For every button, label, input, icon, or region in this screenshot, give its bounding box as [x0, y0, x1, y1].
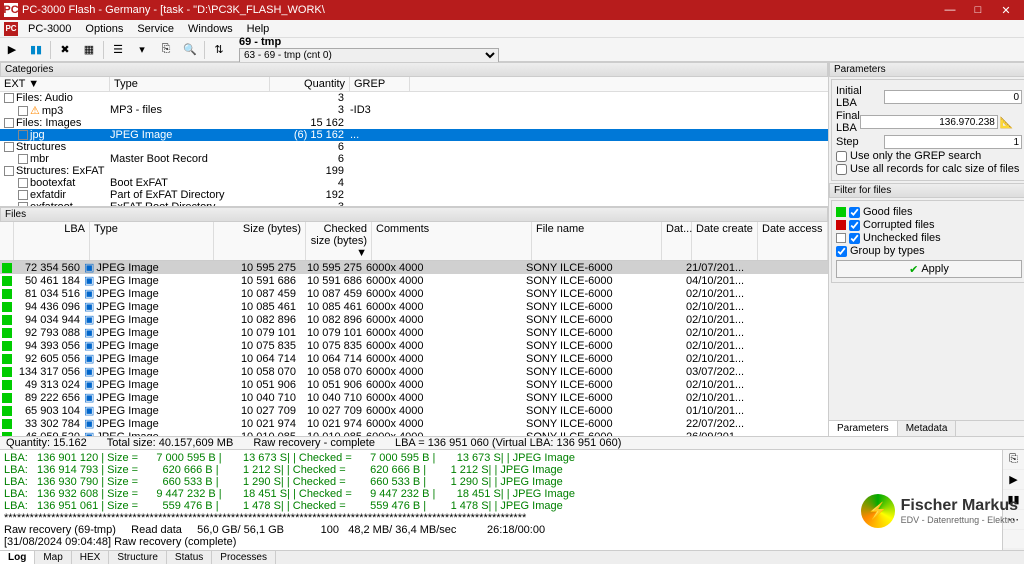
- file-row[interactable]: 33 302 784▣JPEG Image10 021 97410 021 97…: [0, 417, 828, 430]
- tool-copy-icon[interactable]: ⎘: [155, 39, 177, 61]
- file-row[interactable]: 81 034 516▣JPEG Image10 087 45910 087 45…: [0, 287, 828, 300]
- categories-tree[interactable]: EXT ▼ Type Quantity GREP Files: Audio3⚠m…: [0, 77, 828, 207]
- pause-button[interactable]: ▮▮: [25, 39, 47, 61]
- menu-windows[interactable]: Windows: [182, 23, 239, 35]
- log-copy-icon[interactable]: ⎘: [1003, 450, 1024, 470]
- minimize-button[interactable]: —: [936, 0, 964, 20]
- use-all-check[interactable]: Use all records for calc size of files: [836, 163, 1022, 175]
- toolbar: ▶ ▮▮ ✖ ▦ ☰ ▾ ⎘ 🔍 ⇅ 69 - tmp 63 - 69 - tm…: [0, 38, 1024, 62]
- corrupt-files-check[interactable]: [849, 220, 860, 231]
- tool-hammer-icon[interactable]: ✖: [54, 39, 76, 61]
- bottom-tabs: Log Map HEX Structure Status Processes: [0, 550, 1024, 564]
- use-grep-check[interactable]: Use only the GREP search: [836, 150, 1022, 162]
- apply-button[interactable]: ✔Apply: [836, 260, 1022, 278]
- menu-help[interactable]: Help: [241, 23, 276, 35]
- unchecked-files-check[interactable]: [849, 233, 860, 244]
- tab-log[interactable]: Log: [0, 551, 35, 564]
- tool-grid-icon[interactable]: ▦: [78, 39, 100, 61]
- file-row[interactable]: 50 461 184▣JPEG Image10 591 68610 591 68…: [0, 274, 828, 287]
- file-row[interactable]: 94 436 096▣JPEG Image10 085 46110 085 46…: [0, 300, 828, 313]
- app-icon: PC: [4, 3, 18, 17]
- file-row[interactable]: 72 354 560▣JPEG Image10 595 27510 595 27…: [0, 261, 828, 274]
- cat-row[interactable]: Structures6: [0, 141, 828, 153]
- bolt-icon: ⚡: [861, 494, 895, 528]
- filter-box: Good files Corrupted files Unchecked fil…: [831, 200, 1024, 283]
- good-files-check[interactable]: [849, 207, 860, 218]
- cat-row[interactable]: Structures: ExFAT199: [0, 165, 828, 177]
- file-row[interactable]: 49 313 024▣JPEG Image10 051 90610 051 90…: [0, 378, 828, 391]
- tool-search-icon[interactable]: 🔍: [179, 39, 201, 61]
- play-button[interactable]: ▶: [1, 39, 23, 61]
- menu-service[interactable]: Service: [131, 23, 180, 35]
- tool-list-icon[interactable]: ☰: [107, 39, 129, 61]
- tab-map[interactable]: Map: [35, 551, 71, 564]
- cat-columns: EXT ▼ Type Quantity GREP: [0, 77, 828, 92]
- file-row[interactable]: 89 222 656▣JPEG Image10 040 71010 040 71…: [0, 391, 828, 404]
- filter-title: Filter for files: [829, 183, 1024, 198]
- tab-structure[interactable]: Structure: [109, 551, 167, 564]
- cat-row[interactable]: jpgJPEG Image(6) 15 162...: [0, 129, 828, 141]
- right-tabs: Parameters Metadata: [829, 420, 1024, 436]
- group-types-check[interactable]: [836, 246, 847, 257]
- tab-processes[interactable]: Processes: [212, 551, 276, 564]
- files-list[interactable]: 72 354 560▣JPEG Image10 595 27510 595 27…: [0, 261, 828, 436]
- tool-dropdown-icon[interactable]: ▾: [131, 39, 153, 61]
- tab-hex[interactable]: HEX: [72, 551, 110, 564]
- maximize-button[interactable]: □: [964, 0, 992, 20]
- window-title: PC-3000 Flash - Germany - [task - "D:\PC…: [22, 4, 936, 16]
- file-row[interactable]: 92 605 056▣JPEG Image10 064 71410 064 71…: [0, 352, 828, 365]
- cat-row[interactable]: Files: Audio3: [0, 92, 828, 104]
- brand-logo: ⚡ Fischer Markus EDV - Datenrettung - El…: [861, 494, 1018, 528]
- step-input[interactable]: [884, 135, 1022, 149]
- file-row[interactable]: 94 393 056▣JPEG Image10 075 83510 075 83…: [0, 339, 828, 352]
- path-title: 69 - tmp: [239, 36, 1024, 48]
- cat-row[interactable]: bootexfatBoot ExFAT4: [0, 177, 828, 189]
- cat-row[interactable]: Files: Images15 162: [0, 117, 828, 129]
- cat-row[interactable]: ⚠mp3MP3 - files3-ID3: [0, 104, 828, 117]
- initial-lba-input[interactable]: [884, 90, 1022, 104]
- log-output[interactable]: LBA: 136 901 120 | Size = 7 000 595 B | …: [0, 450, 1002, 550]
- categories-title: Categories: [0, 62, 828, 77]
- file-row[interactable]: 65 903 104▣JPEG Image10 027 70910 027 70…: [0, 404, 828, 417]
- log-play-icon[interactable]: ▶: [1003, 470, 1024, 490]
- app-icon-small: PC: [4, 22, 18, 36]
- menu-pc3000[interactable]: PC-3000: [22, 23, 77, 35]
- tool-filter-icon[interactable]: ⇅: [208, 39, 230, 61]
- tab-status[interactable]: Status: [167, 551, 212, 564]
- file-row[interactable]: 92 793 088▣JPEG Image10 079 10110 079 10…: [0, 326, 828, 339]
- cat-row[interactable]: mbrMaster Boot Record6: [0, 153, 828, 165]
- files-columns[interactable]: LBA Type Size (bytes) Checked size (byte…: [0, 222, 828, 261]
- file-row[interactable]: 94 034 944▣JPEG Image10 082 89610 082 89…: [0, 313, 828, 326]
- status-bar: Quantity: 15.162 Total size: 40.157,609 …: [0, 437, 1024, 450]
- tab-parameters[interactable]: Parameters: [829, 421, 898, 436]
- menu-options[interactable]: Options: [79, 23, 129, 35]
- cat-row[interactable]: exfatdirPart of ExFAT Directory192: [0, 189, 828, 201]
- parameters-title: Parameters: [829, 62, 1024, 77]
- parameters-box: Initial LBA Final LBA📐 Step Use only the…: [831, 79, 1024, 181]
- close-button[interactable]: ✕: [992, 0, 1020, 20]
- file-row[interactable]: 134 317 056▣JPEG Image10 058 07010 058 0…: [0, 365, 828, 378]
- path-select[interactable]: 63 - 69 - tmp (cnt 0): [239, 48, 499, 63]
- titlebar: PC PC-3000 Flash - Germany - [task - "D:…: [0, 0, 1024, 20]
- final-lba-input[interactable]: [860, 115, 998, 129]
- calc-icon[interactable]: 📐: [1000, 116, 1022, 129]
- files-title: Files: [0, 207, 828, 222]
- tab-metadata[interactable]: Metadata: [898, 421, 957, 436]
